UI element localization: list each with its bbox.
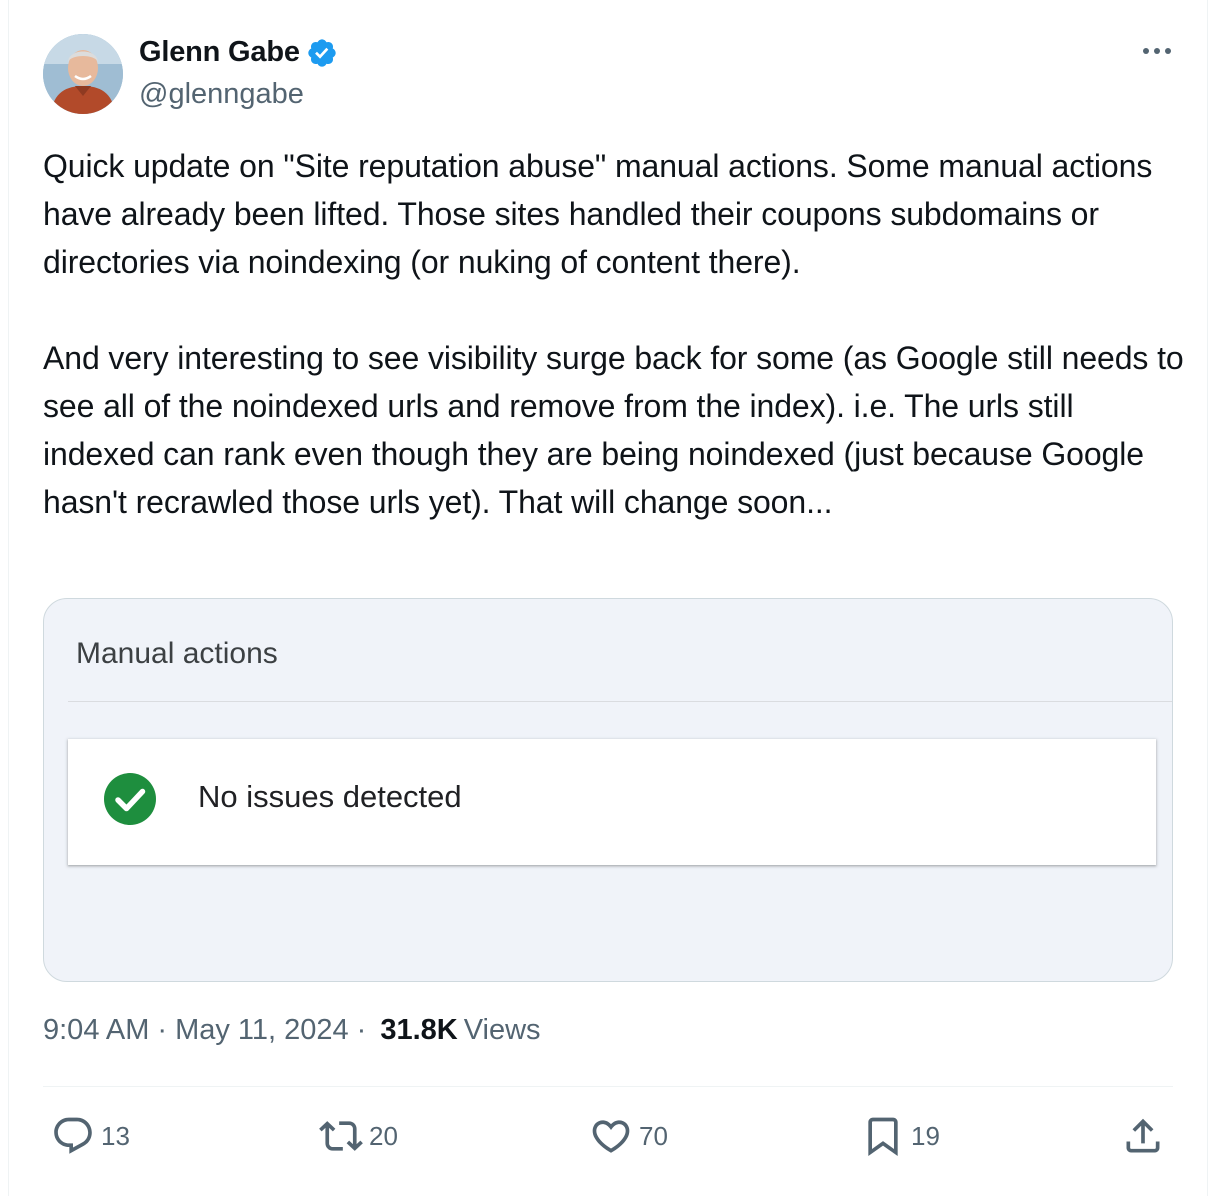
reply-count: 13: [101, 1120, 130, 1151]
tweet: Glenn Gabe @glenngabe Quick update on "S…: [8, 0, 1208, 1196]
meta-separator: ·: [157, 1014, 168, 1046]
bookmark-count: 19: [911, 1120, 940, 1151]
share-icon: [1126, 1118, 1160, 1153]
tweet-text: Quick update on "Site reputation abuse" …: [43, 148, 1184, 520]
tweet-image[interactable]: Manual actions No issues detected: [43, 598, 1173, 982]
heart-icon: [592, 1120, 630, 1153]
reply-icon: [54, 1117, 92, 1154]
bookmark-icon: [868, 1117, 898, 1157]
check-circle-icon: [104, 773, 156, 825]
share-button[interactable]: [1121, 1114, 1165, 1158]
verified-badge-icon[interactable]: [306, 37, 338, 69]
avatar-image: [43, 34, 123, 114]
reply-button[interactable]: 13: [51, 1114, 130, 1158]
tweet-meta: 9:04 AM · May 11, 2024 · 31.8K Views: [43, 1014, 541, 1047]
tweet-date[interactable]: May 11, 2024: [175, 1014, 349, 1047]
actions-divider: [43, 1086, 1173, 1087]
panel-divider: [68, 701, 1172, 702]
status-text: No issues detected: [198, 779, 462, 814]
manual-actions-title: Manual actions: [76, 637, 278, 670]
author-handle[interactable]: @glenngabe: [139, 78, 304, 111]
repost-button[interactable]: 20: [319, 1114, 398, 1158]
status-card: No issues detected: [68, 739, 1156, 865]
views-label[interactable]: Views: [464, 1014, 541, 1047]
views-count[interactable]: 31.8K: [380, 1014, 457, 1047]
more-options-icon[interactable]: [1137, 36, 1177, 66]
author-name-row: Glenn Gabe: [139, 36, 338, 69]
bookmark-button[interactable]: 19: [861, 1114, 940, 1158]
author-display-name[interactable]: Glenn Gabe: [139, 36, 300, 69]
avatar[interactable]: [43, 34, 123, 114]
like-count: 70: [639, 1120, 668, 1151]
like-button[interactable]: 70: [589, 1114, 668, 1158]
repost-icon: [319, 1121, 363, 1151]
meta-separator: ·: [356, 1014, 367, 1046]
tweet-time[interactable]: 9:04 AM: [43, 1014, 149, 1047]
repost-count: 20: [369, 1120, 398, 1151]
